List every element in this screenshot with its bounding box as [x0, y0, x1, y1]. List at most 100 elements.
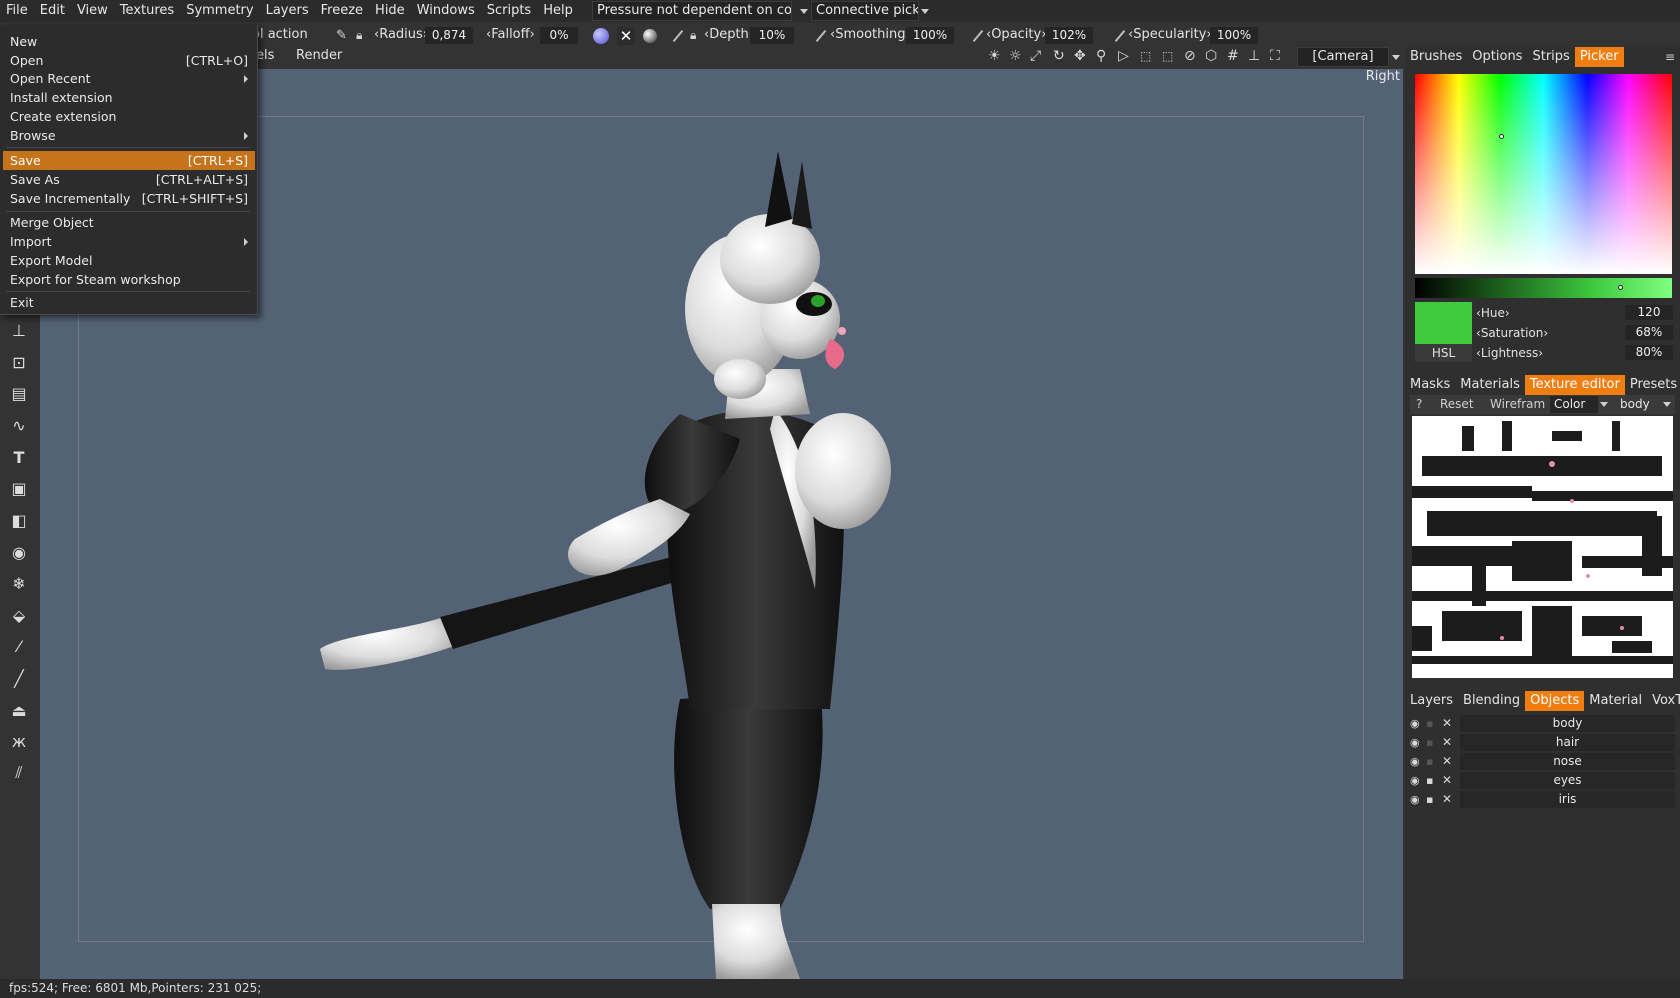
- curve-tool-icon[interactable]: ∿: [8, 414, 30, 436]
- stamp-tool-icon[interactable]: ⊥: [8, 319, 30, 341]
- eye-tool-icon[interactable]: ◉: [8, 541, 30, 563]
- rotate-icon[interactable]: ↻: [1053, 48, 1065, 64]
- eye-icon[interactable]: ◉: [1410, 773, 1420, 789]
- menu-item-merge-object[interactable]: Merge Object: [0, 213, 258, 232]
- transform-tool-icon[interactable]: ⊡: [8, 351, 30, 373]
- lock-icon[interactable]: ▪: [1426, 754, 1433, 770]
- delete-icon[interactable]: ✕: [1442, 734, 1452, 750]
- chevron-down-icon[interactable]: [921, 9, 929, 14]
- lock-icon[interactable]: 🔒︎: [356, 27, 362, 43]
- fit-pen-icon[interactable]: ⬚: [1162, 48, 1173, 64]
- menu-item-new[interactable]: New: [0, 32, 258, 51]
- color-field[interactable]: [1415, 74, 1672, 274]
- object-row[interactable]: ◉ ▪ ✕ body: [1410, 715, 1675, 733]
- depth-value[interactable]: 10%: [750, 27, 794, 44]
- move-light-icon[interactable]: ⤢: [1030, 48, 1041, 64]
- pixels-tab[interactable]: els: [256, 48, 274, 63]
- object-name[interactable]: body: [1460, 715, 1675, 732]
- menu-scripts[interactable]: Scripts: [481, 0, 537, 22]
- menu-item-open[interactable]: Open [CTRL+O]: [0, 51, 258, 70]
- tab-material[interactable]: Material: [1584, 691, 1647, 711]
- tab-brushes[interactable]: Brushes: [1405, 47, 1467, 67]
- tab-voxtree[interactable]: VoxTree: [1647, 691, 1680, 711]
- radius-label[interactable]: ‹Radius›: [374, 27, 428, 42]
- depth-label[interactable]: ‹Depth›: [704, 27, 754, 42]
- chevron-down-icon[interactable]: [1663, 402, 1671, 407]
- lock-icon[interactable]: ▪: [1426, 716, 1433, 732]
- smoothing-value[interactable]: 100%: [906, 27, 954, 44]
- lock-icon[interactable]: 🔒︎: [690, 27, 696, 43]
- menu-item-save-as[interactable]: Save As [CTRL+ALT+S]: [0, 170, 258, 189]
- menu-item-export-model[interactable]: Export Model: [0, 251, 258, 270]
- pressure-mode-select[interactable]: Pressure not dependent on colo: [592, 1, 792, 21]
- lightness-label[interactable]: ‹Lightness›: [1476, 346, 1543, 360]
- fill-tool-icon[interactable]: ▤: [8, 382, 30, 404]
- fullscreen-icon[interactable]: ⛶: [1270, 48, 1280, 64]
- pan-icon[interactable]: ✥: [1074, 48, 1086, 64]
- menu-item-exit[interactable]: Exit: [0, 293, 258, 312]
- butterfly-tool-icon[interactable]: ж: [8, 730, 30, 752]
- object-row[interactable]: ◉ ▪ ✕ eyes: [1410, 772, 1675, 790]
- chevron-down-icon[interactable]: [800, 9, 808, 14]
- tab-options[interactable]: Options: [1467, 47, 1527, 67]
- freeze-tool-icon[interactable]: ❄: [8, 572, 30, 594]
- object-name[interactable]: eyes: [1460, 772, 1675, 789]
- grid-icon[interactable]: #: [1227, 48, 1239, 64]
- delete-icon[interactable]: ✕: [1442, 791, 1452, 807]
- ruler-tool-icon[interactable]: ⫽: [8, 762, 30, 784]
- menu-item-import[interactable]: Import: [0, 232, 258, 251]
- menu-item-save-incrementally[interactable]: Save Incrementally [CTRL+SHIFT+S]: [0, 189, 258, 208]
- material-sphere-icon[interactable]: [593, 28, 609, 44]
- lightness-slider[interactable]: [1415, 278, 1672, 298]
- menu-symmetry[interactable]: Symmetry: [180, 0, 259, 22]
- tab-texture-editor[interactable]: Texture editor: [1524, 375, 1625, 395]
- tab-materials[interactable]: Materials: [1455, 375, 1525, 395]
- menu-textures[interactable]: Textures: [114, 0, 180, 22]
- menu-view[interactable]: View: [71, 0, 114, 22]
- menu-help[interactable]: Help: [537, 0, 579, 22]
- menu-item-browse[interactable]: Browse: [0, 126, 258, 145]
- light-icon[interactable]: ☀: [988, 48, 1001, 64]
- eye-icon[interactable]: ◉: [1410, 754, 1420, 770]
- hue-value[interactable]: 120: [1625, 305, 1673, 320]
- tab-picker[interactable]: Picker: [1574, 47, 1624, 67]
- menu-hide[interactable]: Hide: [369, 0, 411, 22]
- smudge-tool-icon[interactable]: ⬙: [8, 604, 30, 626]
- eye-icon[interactable]: ◉: [1410, 735, 1420, 751]
- pen-tool-icon[interactable]: ╱: [8, 667, 30, 689]
- hue-label[interactable]: ‹Hue›: [1476, 306, 1510, 320]
- tool-action-label[interactable]: ol action: [252, 27, 308, 42]
- eye-icon[interactable]: ◉: [1410, 716, 1420, 732]
- falloff-value[interactable]: 0%: [540, 27, 578, 44]
- saturation-value[interactable]: 68%: [1625, 325, 1673, 340]
- menu-freeze[interactable]: Freeze: [315, 0, 369, 22]
- specularity-value[interactable]: 100%: [1210, 27, 1258, 44]
- render-tab[interactable]: Render: [296, 48, 342, 63]
- no-perspective-icon[interactable]: ⊘: [1184, 48, 1196, 64]
- chevron-down-icon[interactable]: [1600, 402, 1608, 407]
- object-select[interactable]: body: [1612, 396, 1662, 413]
- delete-icon[interactable]: ✕: [1442, 772, 1452, 788]
- current-color-swatch[interactable]: [1415, 302, 1472, 344]
- eraser-tool-icon[interactable]: ◧: [8, 509, 30, 531]
- lock-icon[interactable]: ▪: [1426, 773, 1433, 789]
- brush-icon[interactable]: ✎: [336, 28, 347, 44]
- fit-all-icon[interactable]: ⬚: [1140, 48, 1151, 64]
- menu-item-save[interactable]: Save [CTRL+S]: [3, 151, 255, 170]
- falloff-label[interactable]: ‹Falloff›: [486, 27, 535, 42]
- menu-file[interactable]: File: [0, 0, 34, 22]
- opacity-value[interactable]: 102%: [1045, 27, 1093, 44]
- saturation-label[interactable]: ‹Saturation›: [1476, 326, 1548, 340]
- menu-edit[interactable]: Edit: [34, 0, 71, 22]
- object-row[interactable]: ◉ ▪ ✕ hair: [1410, 734, 1675, 752]
- object-row[interactable]: ◉ ▪ ✕ nose: [1410, 753, 1675, 771]
- delete-icon[interactable]: ✕: [1442, 715, 1452, 731]
- tab-blending[interactable]: Blending: [1458, 691, 1525, 711]
- lamp-icon[interactable]: ☼: [1009, 48, 1022, 64]
- lightness-value[interactable]: 80%: [1625, 345, 1673, 360]
- wireframe-toggle[interactable]: Wirefram: [1490, 397, 1545, 411]
- object-row[interactable]: ◉ ▪ ✕ iris: [1410, 791, 1675, 809]
- object-name[interactable]: nose: [1460, 753, 1675, 770]
- menu-item-create-extension[interactable]: Create extension: [0, 107, 258, 126]
- eye-icon[interactable]: ◉: [1410, 792, 1420, 808]
